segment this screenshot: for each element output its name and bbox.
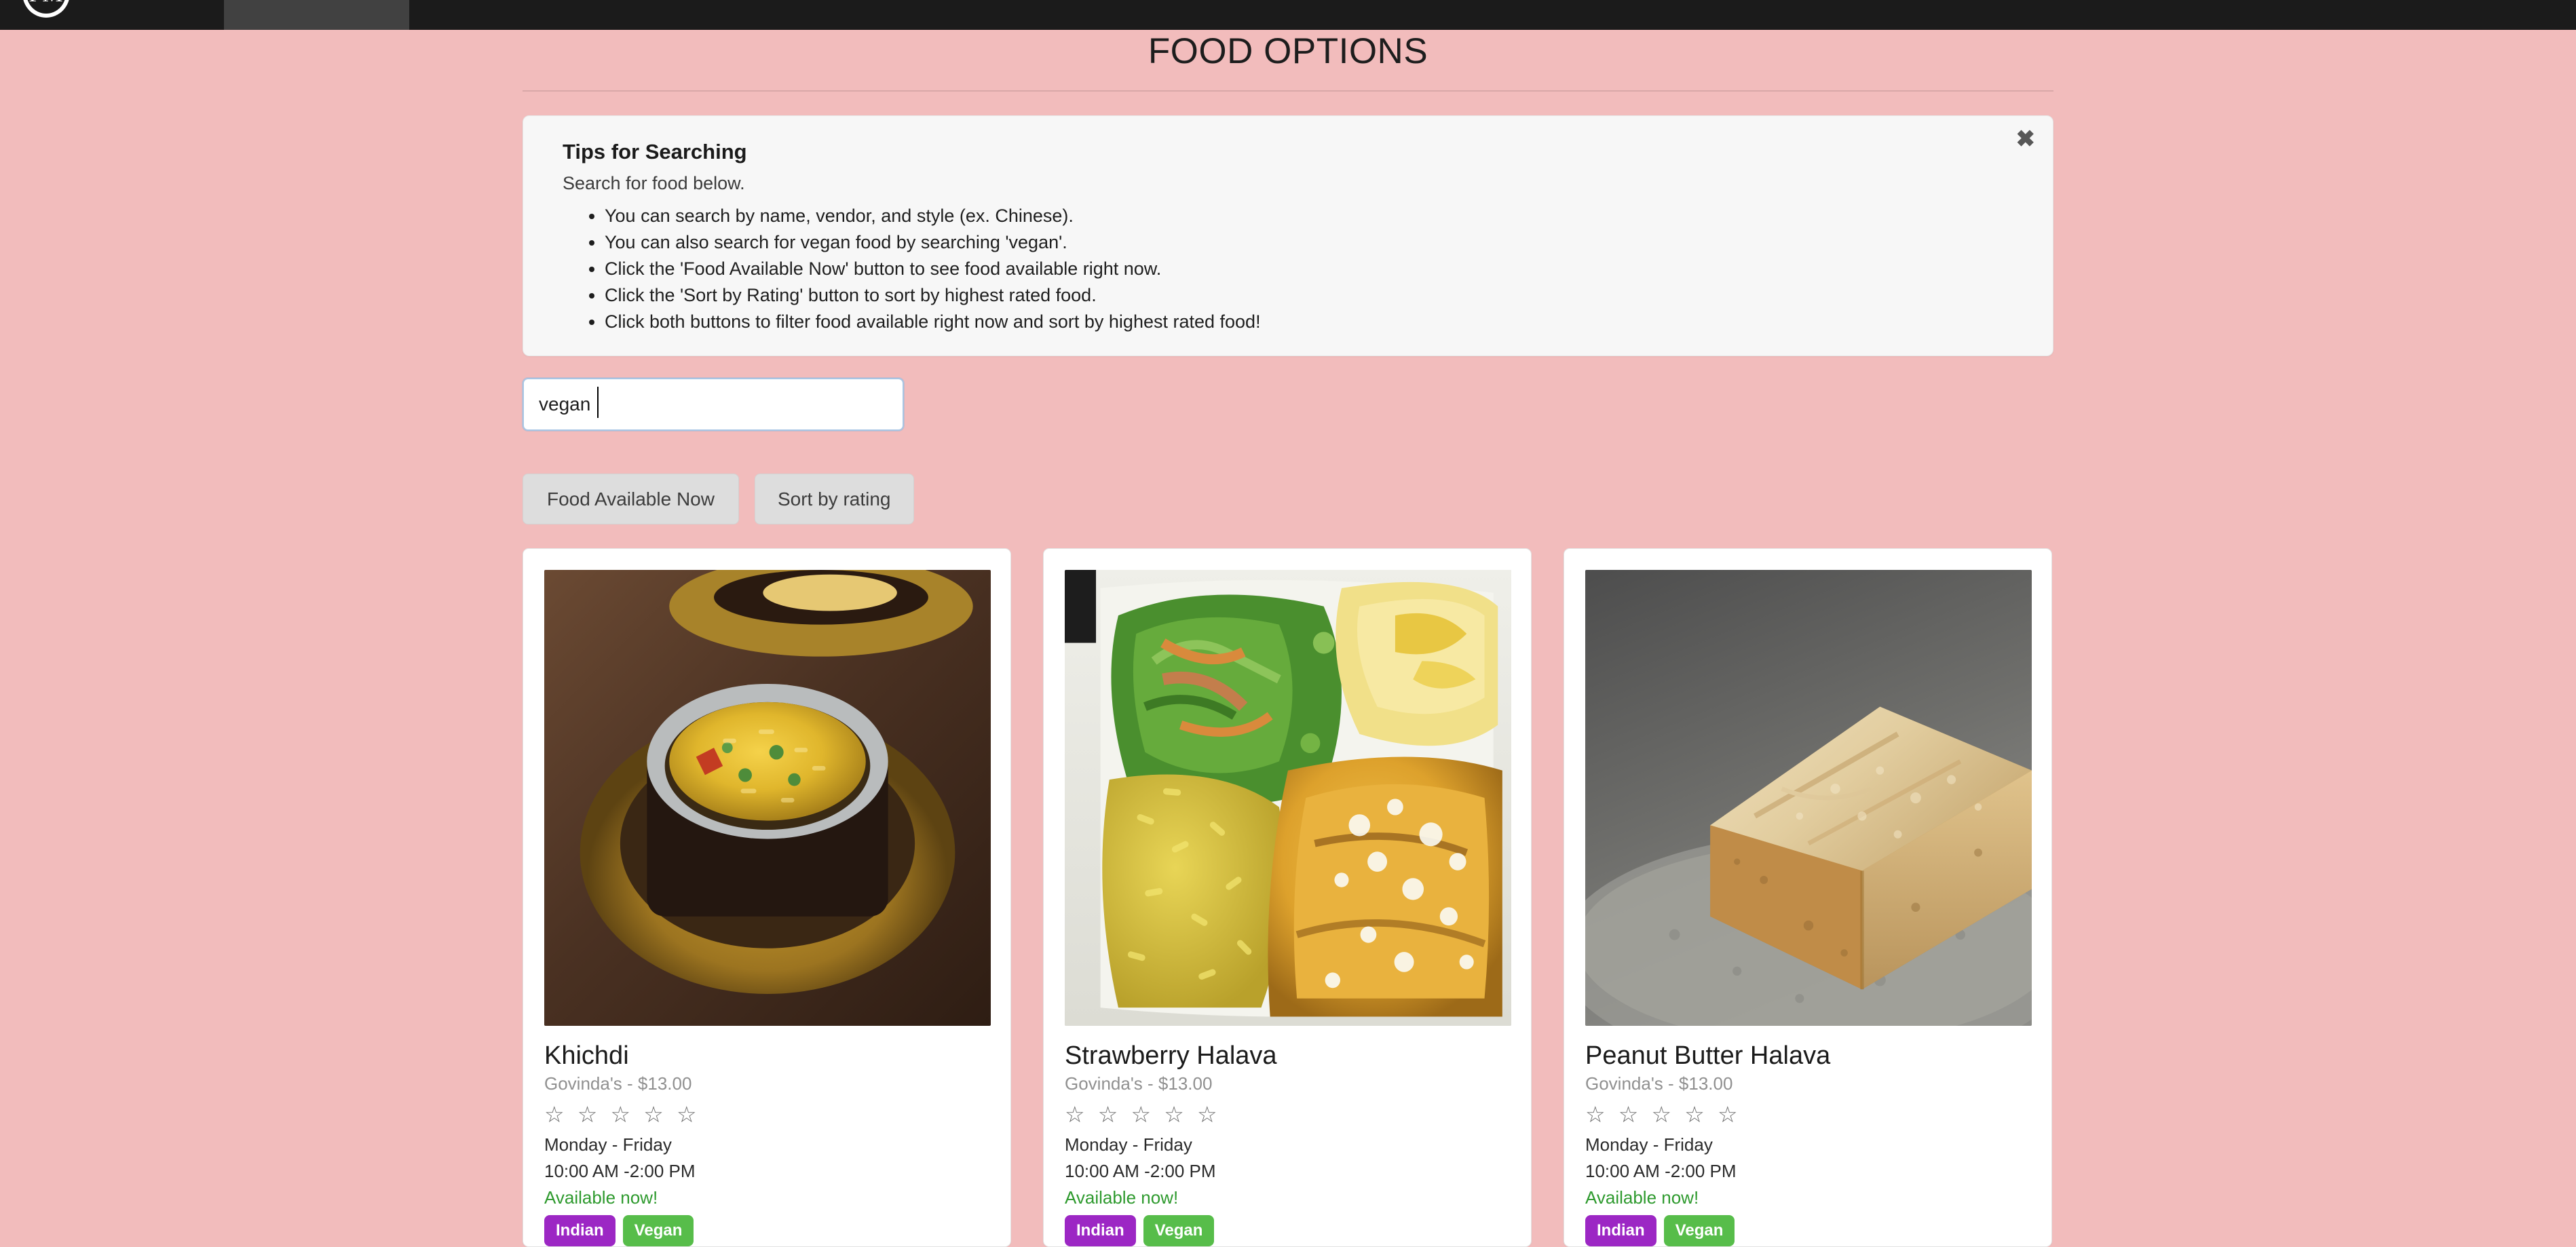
- star-rating-icon[interactable]: ☆ ☆ ☆ ☆ ☆: [544, 1102, 989, 1128]
- food-hours: 10:00 AM -2:00 PM: [544, 1161, 696, 1181]
- food-tags: Indian Vegan: [544, 1215, 989, 1246]
- food-image-strawberry-halava: [1065, 570, 1511, 1026]
- food-hours: 10:00 AM -2:00 PM: [1585, 1161, 1737, 1181]
- search-input[interactable]: [523, 378, 904, 431]
- page-title: FOOD OPTIONS: [1148, 31, 1428, 71]
- food-available-now-button[interactable]: Food Available Now: [523, 474, 739, 524]
- star-rating-icon[interactable]: ☆ ☆ ☆ ☆ ☆: [1065, 1102, 1510, 1128]
- nav-tab-active[interactable]: [224, 0, 409, 30]
- food-days: Monday - Friday: [1065, 1134, 1192, 1155]
- availability-status: Available now!: [1065, 1187, 1179, 1208]
- list-item: Click the 'Sort by Rating' button to sor…: [605, 282, 1261, 309]
- list-item: Click the 'Food Available Now' button to…: [605, 256, 1261, 282]
- food-tags: Indian Vegan: [1585, 1215, 2030, 1246]
- availability-status: Available now!: [1585, 1187, 1699, 1208]
- availability-status: Available now!: [544, 1187, 658, 1208]
- title-divider: [523, 90, 2053, 92]
- tag-indian[interactable]: Indian: [544, 1215, 615, 1246]
- food-image-khichdi: [544, 570, 991, 1026]
- food-vendor-price: Govinda's - $13.00: [544, 1073, 692, 1094]
- tag-vegan[interactable]: Vegan: [622, 1215, 694, 1246]
- navbar: PM: [0, 0, 2576, 30]
- star-rating-icon[interactable]: ☆ ☆ ☆ ☆ ☆: [1585, 1102, 2030, 1128]
- food-tags: Indian Vegan: [1065, 1215, 1510, 1246]
- site-logo-icon[interactable]: PM: [22, 0, 70, 18]
- food-image-peanut-butter-halava: [1585, 570, 2032, 1026]
- food-name: Strawberry Halava: [1065, 1041, 1277, 1070]
- tips-alert: ✖ Tips for Searching Search for food bel…: [523, 115, 2053, 356]
- site-logo-text: PM: [29, 0, 63, 7]
- list-item: You can search by name, vendor, and styl…: [605, 203, 1261, 229]
- tag-vegan[interactable]: Vegan: [1143, 1215, 1215, 1246]
- food-vendor-price: Govinda's - $13.00: [1065, 1073, 1213, 1094]
- tag-vegan[interactable]: Vegan: [1663, 1215, 1735, 1246]
- food-card-grid: Khichdi Govinda's - $13.00 ☆ ☆ ☆ ☆ ☆ Mon…: [523, 548, 2053, 1247]
- food-card[interactable]: Khichdi Govinda's - $13.00 ☆ ☆ ☆ ☆ ☆ Mon…: [523, 548, 1011, 1247]
- close-icon[interactable]: ✖: [2016, 128, 2036, 151]
- food-card[interactable]: Peanut Butter Halava Govinda's - $13.00 …: [1564, 548, 2052, 1247]
- food-card[interactable]: Strawberry Halava Govinda's - $13.00 ☆ ☆…: [1043, 548, 1532, 1247]
- list-item: You can also search for vegan food by se…: [605, 229, 1261, 256]
- sort-by-rating-button[interactable]: Sort by rating: [754, 474, 914, 524]
- food-days: Monday - Friday: [1585, 1134, 1713, 1155]
- list-item: Click both buttons to filter food availa…: [605, 309, 1261, 335]
- tips-subtitle: Search for food below.: [563, 173, 745, 193]
- food-name: Khichdi: [544, 1041, 629, 1070]
- tag-indian[interactable]: Indian: [1065, 1215, 1136, 1246]
- search-field-wrapper: [523, 378, 904, 431]
- tips-heading: Tips for Searching: [563, 140, 747, 164]
- food-vendor-price: Govinda's - $13.00: [1585, 1073, 1733, 1094]
- tag-indian[interactable]: Indian: [1585, 1215, 1656, 1246]
- food-days: Monday - Friday: [544, 1134, 672, 1155]
- tips-list: You can search by name, vendor, and styl…: [563, 203, 1261, 335]
- food-name: Peanut Butter Halava: [1585, 1041, 1831, 1070]
- food-hours: 10:00 AM -2:00 PM: [1065, 1161, 1216, 1181]
- filter-button-row: Food Available Now Sort by rating: [523, 474, 914, 524]
- text-cursor: [597, 387, 599, 418]
